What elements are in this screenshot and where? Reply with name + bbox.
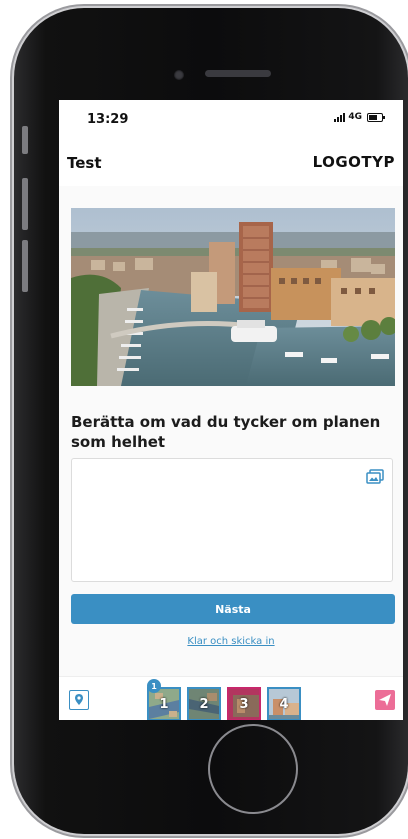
finish-and-submit-link[interactable]: Klar och skicka in [59, 636, 403, 647]
step-thumbnail[interactable]: 4 [267, 687, 301, 720]
earpiece-speaker [205, 70, 271, 77]
step-number: 1 [159, 696, 169, 712]
network-type: 4G [348, 112, 362, 122]
paper-plane-icon [379, 694, 391, 706]
send-button[interactable] [375, 690, 395, 710]
bottom-toolbar: 1 2 3 4 1 [59, 676, 403, 720]
map-pin-icon [75, 694, 83, 705]
status-indicators: 4G [334, 112, 385, 122]
mute-switch [22, 126, 28, 154]
app-bar: Test LOGOTYP [59, 134, 403, 187]
step-badge: 1 [147, 679, 161, 693]
phone-screen: 13:29 4G Test LOGOTYP Berätta om vad du … [59, 100, 403, 720]
status-bar: 13:29 4G [59, 100, 403, 134]
step-thumbnail[interactable]: 2 [187, 687, 221, 720]
app-title: Test [67, 154, 102, 172]
harbor-city-image [71, 208, 395, 386]
step-number: 4 [279, 696, 289, 712]
image-gallery-icon[interactable] [366, 469, 384, 485]
step-number: 3 [239, 696, 249, 712]
answer-textarea[interactable] [71, 458, 393, 582]
question-text: Berätta om vad du tycker om planen som h… [71, 413, 381, 451]
volume-down-button [22, 240, 28, 292]
battery-icon [367, 112, 385, 122]
home-button[interactable] [208, 724, 298, 814]
signal-icon [334, 112, 346, 122]
step-thumbnail-active[interactable]: 3 [227, 687, 261, 720]
step-number: 2 [199, 696, 209, 712]
volume-up-button [22, 178, 28, 230]
next-button[interactable]: Nästa [71, 594, 395, 624]
location-button[interactable] [69, 690, 89, 710]
logo: LOGOTYP [312, 153, 395, 171]
front-camera [174, 70, 184, 80]
survey-content: Berätta om vad du tycker om planen som h… [59, 186, 403, 676]
plan-illustration [71, 208, 395, 386]
status-time: 13:29 [87, 112, 129, 127]
